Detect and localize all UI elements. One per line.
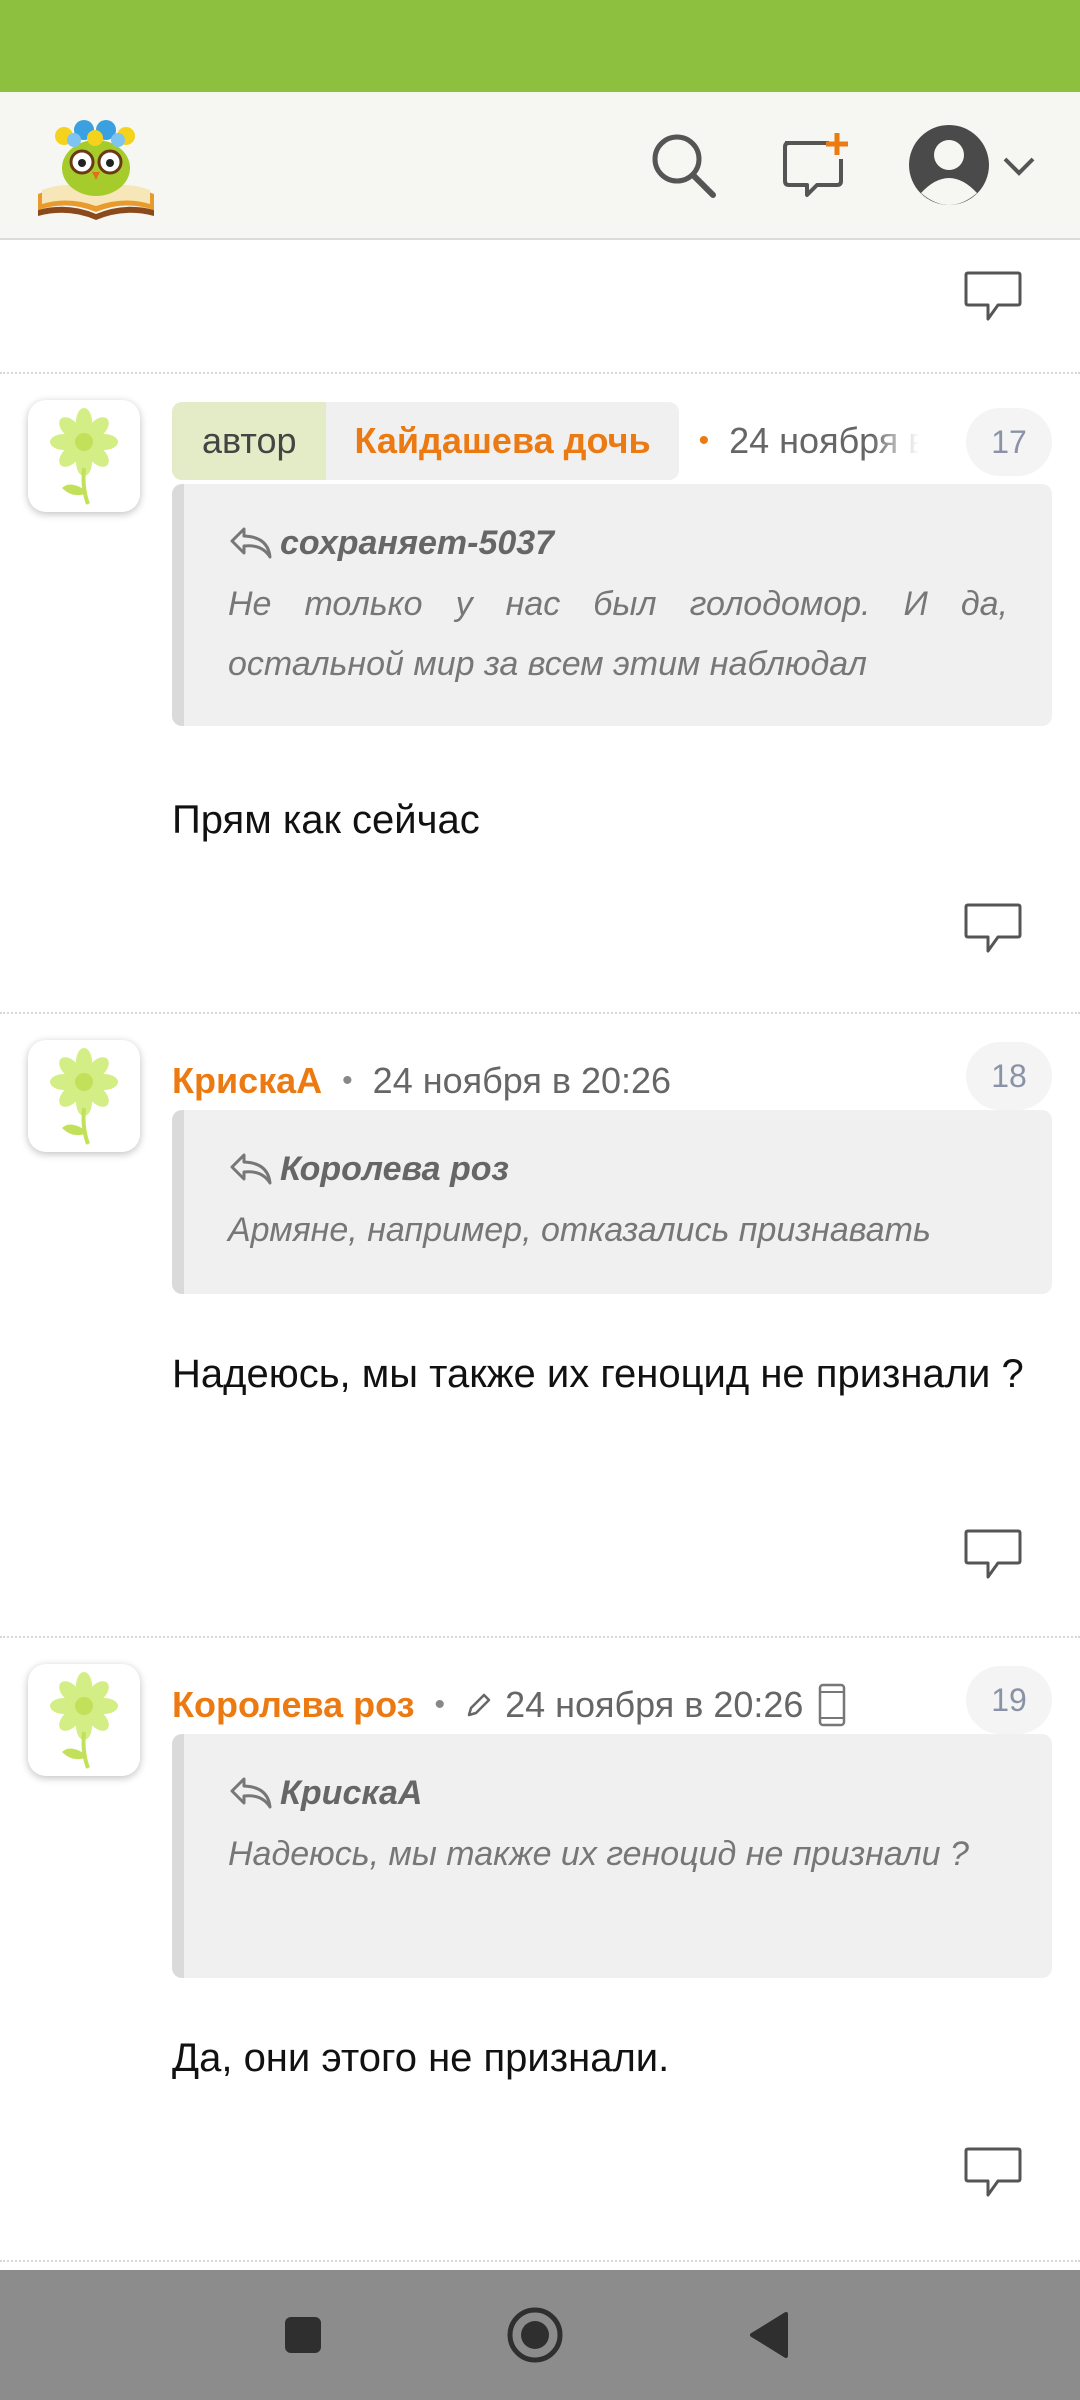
- new-post-icon: [783, 133, 848, 197]
- quote-block: Королева роз Армяне, например, отказалис…: [172, 1110, 1052, 1294]
- quote-author[interactable]: сохраняет-5037: [228, 518, 1008, 568]
- reply-button[interactable]: [946, 894, 1040, 964]
- separator-dot: •: [698, 424, 710, 457]
- separator-dot: •: [434, 1688, 446, 1721]
- reply-button[interactable]: [946, 1520, 1040, 1590]
- recent-apps-button[interactable]: [258, 2290, 348, 2380]
- comment-divider: [0, 2260, 1080, 2262]
- user-avatar-icon: [909, 125, 989, 205]
- mobile-device-icon: [817, 1682, 847, 1728]
- comment-number[interactable]: 19: [966, 1666, 1052, 1734]
- chevron-down-icon: [1003, 157, 1035, 176]
- new-post-button[interactable]: [770, 122, 856, 208]
- quote-text: Не только у нас был голодомор. И да, ост…: [228, 585, 1008, 683]
- quote-author[interactable]: Королева роз: [228, 1144, 1008, 1194]
- author-badge[interactable]: автор Кайдашева дочь: [172, 402, 679, 480]
- quote-block: КрискаА Надеюсь, мы также их геноцид не …: [172, 1734, 1052, 1978]
- site-logo[interactable]: [34, 110, 158, 222]
- reply-arrow-icon: [230, 1153, 272, 1185]
- reply-button[interactable]: [946, 262, 1040, 332]
- avatar[interactable]: [28, 1040, 140, 1152]
- quote-block: сохраняет-5037 Не только у нас был голод…: [172, 484, 1052, 726]
- flower-avatar-icon: [50, 1048, 118, 1145]
- comment-date[interactable]: 24 ноября в 20:26: [505, 1684, 803, 1726]
- comment-number[interactable]: 18: [966, 1042, 1052, 1110]
- comment-text: Надеюсь, мы также их геноцид не признали…: [172, 1352, 1024, 1396]
- flower-avatar-icon: [50, 408, 118, 505]
- author-tag-label: автор: [172, 402, 327, 480]
- reply-comment-icon: [964, 271, 1022, 321]
- quote-author-name: сохраняет-5037: [280, 523, 555, 562]
- search-button[interactable]: [640, 122, 726, 208]
- home-icon: [507, 2307, 563, 2363]
- avatar[interactable]: [28, 400, 140, 512]
- home-button[interactable]: [490, 2290, 580, 2380]
- comment-text: Прям как сейчас: [172, 798, 480, 842]
- search-icon: [652, 134, 716, 198]
- reply-arrow-icon: [230, 527, 272, 559]
- reply-comment-icon: [964, 2147, 1022, 2197]
- comments-feed[interactable]: автор Кайдашева дочь • 24 ноября в 17 со…: [0, 242, 1080, 2272]
- comment-item: автор Кайдашева дочь • 24 ноября в 17 со…: [0, 374, 1080, 953]
- back-icon: [750, 2312, 788, 2358]
- back-button[interactable]: [724, 2290, 814, 2380]
- book-owl-logo-icon: [38, 120, 154, 220]
- comment-item: КрискаА • 24 ноября в 20:26 18 Королева …: [0, 1014, 1080, 1614]
- username[interactable]: КрискаА: [172, 1060, 322, 1102]
- comment-date[interactable]: 24 ноября в: [729, 420, 919, 462]
- reply-comment-icon: [964, 1529, 1022, 1579]
- comment-number[interactable]: 17: [966, 408, 1052, 476]
- quote-text: Армяне, например, отказались признавать: [228, 1211, 931, 1249]
- comment-text: Да, они этого не признали.: [172, 2036, 670, 2080]
- comment-meta: Королева роз • 24 ноября в 20:26: [172, 1666, 847, 1744]
- flower-avatar-icon: [50, 1672, 118, 1769]
- username[interactable]: Кайдашева дочь: [326, 402, 679, 480]
- quote-author[interactable]: КрискаА: [228, 1768, 1008, 1818]
- comment-item: Королева роз • 24 ноября в 20:26 19 Крис…: [0, 1638, 1080, 2258]
- comment-meta: КрискаА • 24 ноября в 20:26: [172, 1042, 671, 1120]
- reply-button[interactable]: [946, 2138, 1040, 2208]
- quote-text: Надеюсь, мы также их геноцид не признали…: [228, 1835, 969, 1873]
- comment-meta: автор Кайдашева дочь • 24 ноября в: [172, 402, 919, 480]
- quote-author-name: Королева роз: [280, 1149, 509, 1188]
- reply-arrow-icon: [230, 1777, 272, 1809]
- comment-date[interactable]: 24 ноября в 20:26: [373, 1060, 671, 1102]
- quote-author-name: КрискаА: [280, 1773, 423, 1812]
- avatar[interactable]: [28, 1664, 140, 1776]
- reply-comment-icon: [964, 903, 1022, 953]
- app-header: [0, 92, 1080, 240]
- edited-pencil-icon: [465, 1691, 493, 1719]
- username[interactable]: Королева роз: [172, 1684, 415, 1726]
- separator-dot: •: [342, 1064, 353, 1097]
- system-nav-bar: [0, 2270, 1080, 2400]
- profile-menu-button[interactable]: [898, 122, 1048, 208]
- status-bar: [0, 0, 1080, 92]
- recent-apps-icon: [285, 2317, 321, 2353]
